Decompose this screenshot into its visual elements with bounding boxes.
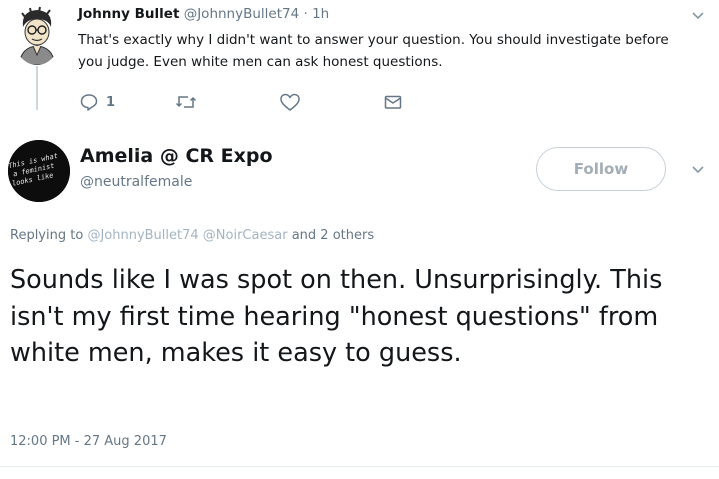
main-author-handle[interactable]: @neutralfemale	[80, 174, 192, 190]
reply-button[interactable]: 1	[79, 92, 115, 112]
heart-icon	[279, 92, 301, 112]
replying-to-prefix: Replying to	[10, 228, 84, 243]
divider	[0, 466, 719, 467]
reply-count: 1	[106, 94, 116, 110]
chevron-down-icon[interactable]	[690, 8, 706, 24]
reply-timestamp[interactable]: 1h	[312, 6, 329, 22]
main-author-name[interactable]: Amelia @ CR Expo	[80, 145, 273, 167]
thread-connector-line	[36, 66, 38, 110]
replying-to-user-link[interactable]: @JohnnyBullet74	[87, 228, 198, 243]
reply-author-name[interactable]: Johnny Bullet	[78, 6, 179, 22]
retweet-button[interactable]	[175, 92, 197, 112]
reply-tweet-text: That's exactly why I didn't want to answ…	[78, 32, 669, 70]
chevron-down-icon[interactable]	[690, 162, 706, 178]
reply-time-separator: ·	[303, 6, 308, 22]
main-tweet-text: Sounds like I was spot on then. Unsurpri…	[10, 265, 663, 368]
avatar-amelia[interactable]: This is what a feminist looks like	[8, 140, 70, 202]
avatar-johnny-bullet[interactable]	[13, 5, 61, 65]
replying-to-line: Replying to @JohnnyBullet74 @NoirCaesar …	[10, 228, 374, 243]
direct-message-button[interactable]	[383, 92, 403, 112]
reply-header: Johnny Bullet @JohnnyBullet74 · 1h	[78, 6, 329, 22]
main-tweet-timestamp[interactable]: 12:00 PM - 27 Aug 2017	[10, 434, 167, 449]
reply-author-handle[interactable]: @JohnnyBullet74	[184, 6, 300, 22]
follow-button[interactable]: Follow	[536, 147, 666, 191]
replying-to-others-link[interactable]: and 2 others	[292, 228, 374, 243]
envelope-icon	[383, 92, 403, 112]
retweet-icon	[175, 92, 197, 112]
reply-icon	[79, 92, 99, 112]
like-button[interactable]	[279, 92, 301, 112]
replying-to-user-link[interactable]: @NoirCaesar	[203, 228, 288, 243]
